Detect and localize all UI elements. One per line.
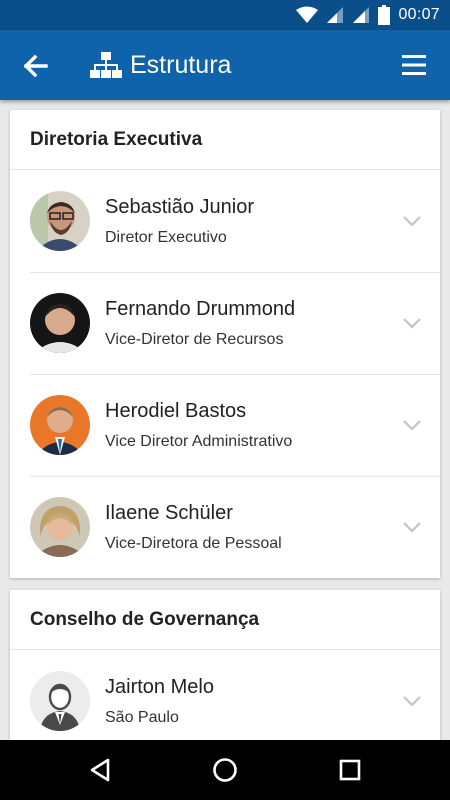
app-title-group: Estrutura (90, 48, 231, 82)
app-bar: Estrutura (0, 30, 450, 100)
arrow-left-icon (24, 55, 48, 77)
member-text: Sebastião Junior Diretor Executivo (105, 196, 254, 247)
member-text: Ilaene Schüler Vice-Diretora de Pessoal (105, 502, 282, 553)
back-triangle-icon (90, 758, 110, 782)
hamburger-menu-icon (402, 55, 426, 75)
section-card-diretoria: Diretoria Executiva Sebastião Junior Dir… (10, 110, 440, 578)
nav-home-button[interactable] (210, 755, 240, 785)
chevron-down-icon[interactable] (402, 215, 422, 227)
member-role: Vice-Diretora de Pessoal (105, 534, 282, 552)
avatar (30, 497, 90, 557)
member-text: Jairton Melo São Paulo (105, 676, 214, 727)
member-row[interactable]: Ilaene Schüler Vice-Diretora de Pessoal (10, 476, 440, 578)
member-name: Ilaene Schüler (105, 501, 233, 524)
member-name: Fernando Drummond (105, 297, 296, 320)
member-role: Diretor Executivo (105, 228, 227, 246)
member-name: Sebastião Junior (105, 195, 254, 218)
member-role: Vice-Diretor de Recursos (105, 330, 284, 348)
member-role: São Paulo (105, 708, 179, 726)
section-title: Diretoria Executiva (10, 110, 440, 170)
member-name: Jairton Melo (105, 675, 214, 698)
recents-square-icon (339, 759, 361, 781)
home-circle-icon (213, 758, 237, 782)
section-card-conselho: Conselho de Governança Jairton Melo São … (10, 590, 440, 740)
back-button[interactable] (22, 52, 50, 80)
avatar-placeholder (30, 671, 90, 731)
menu-button[interactable] (402, 54, 426, 76)
member-name: Herodiel Bastos (105, 399, 247, 422)
chevron-down-icon[interactable] (402, 317, 422, 329)
wifi-icon (296, 6, 319, 23)
battery-icon (378, 5, 391, 25)
signal-icon (327, 7, 344, 23)
status-icons: 00:07 (296, 0, 440, 30)
avatar (30, 395, 90, 455)
status-time: 00:07 (398, 6, 440, 23)
member-row[interactable]: Herodiel Bastos Vice Diretor Administrat… (10, 374, 440, 476)
member-row[interactable]: Fernando Drummond Vice-Diretor de Recurs… (10, 272, 440, 374)
nav-back-button[interactable] (86, 755, 116, 785)
system-nav-bar (0, 740, 450, 800)
section-title: Conselho de Governança (10, 590, 440, 650)
member-row[interactable]: Jairton Melo São Paulo (10, 650, 440, 740)
chevron-down-icon[interactable] (402, 521, 422, 533)
member-text: Fernando Drummond Vice-Diretor de Recurs… (105, 298, 295, 349)
member-row[interactable]: Sebastião Junior Diretor Executivo (10, 170, 440, 272)
status-bar: 00:07 (0, 0, 450, 30)
org-chart-icon (90, 52, 122, 78)
member-role: Vice Diretor Administrativo (105, 432, 293, 450)
page-title: Estrutura (130, 50, 232, 79)
chevron-down-icon[interactable] (402, 695, 422, 707)
content-scroll[interactable]: Diretoria Executiva Sebastião Junior Dir… (0, 100, 450, 740)
signal-icon (353, 7, 370, 23)
chevron-down-icon[interactable] (402, 419, 422, 431)
nav-recents-button[interactable] (335, 755, 365, 785)
avatar (30, 191, 90, 251)
member-text: Herodiel Bastos Vice Diretor Administrat… (105, 400, 292, 451)
avatar (30, 293, 90, 353)
